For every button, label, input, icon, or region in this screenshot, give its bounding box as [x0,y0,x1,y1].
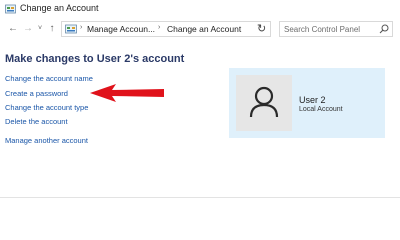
account-name: User 2 [299,95,326,105]
account-panel: User 2 Local Account [229,68,385,138]
navigation-bar: ← → ˅ ↑ › Manage Accoun... › Change an A… [0,18,400,40]
control-panel-icon [65,24,77,34]
delete-account-link[interactable]: Delete the account [5,117,68,126]
forward-button[interactable]: → [22,22,34,36]
back-button[interactable]: ← [7,22,19,36]
account-type: Local Account [299,106,343,113]
divider [0,197,400,198]
control-panel-icon [5,4,16,14]
change-account-name-link[interactable]: Change the account name [5,74,93,83]
avatar [236,75,292,131]
search-box[interactable]: Search Control Panel [279,21,393,37]
manage-another-account-link[interactable]: Manage another account [5,136,88,145]
window-title: Change an Account [20,3,99,13]
up-button[interactable]: ↑ [47,22,57,36]
address-bar[interactable]: › Manage Accoun... › Change an Account ˅ [61,21,306,37]
refresh-button[interactable]: ↻ [257,22,266,36]
search-placeholder[interactable]: Search Control Panel [284,25,360,34]
recent-locations-button[interactable]: ˅ [36,22,44,36]
create-password-link[interactable]: Create a password [5,89,68,98]
page-heading: Make changes to User 2's account [5,53,185,65]
breadcrumb-separator[interactable]: › [158,24,160,31]
breadcrumb-change-account[interactable]: Change an Account [167,24,241,34]
change-account-type-link[interactable]: Change the account type [5,103,88,112]
user-avatar-icon [249,86,279,118]
search-icon [379,24,389,34]
breadcrumb-separator[interactable]: › [80,24,82,31]
annotation-arrow-icon [90,84,164,102]
breadcrumb-manage-accounts[interactable]: Manage Accoun... [87,24,155,34]
title-bar: Change an Account [0,0,400,18]
